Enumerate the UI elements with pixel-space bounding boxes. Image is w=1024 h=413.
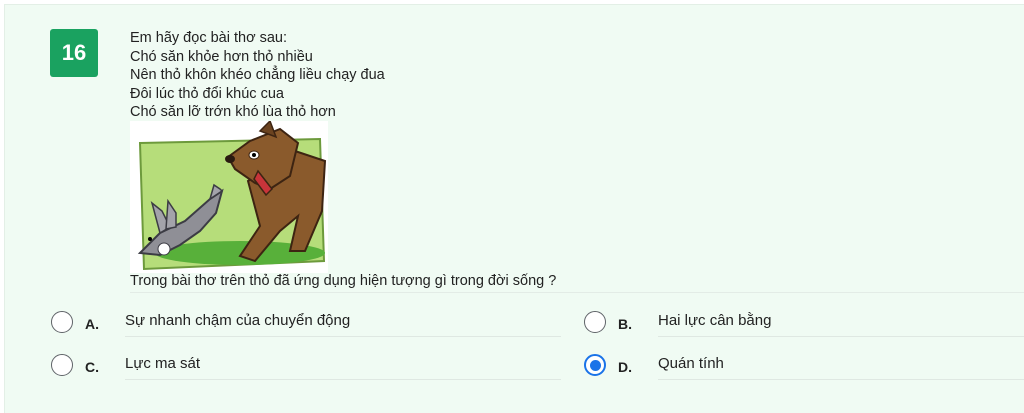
stem-line: Đôi lúc thỏ đổi khúc cua [130, 85, 284, 102]
option-c[interactable]: C. Lực ma sát [51, 353, 561, 381]
question-prompt: Trong bài thơ trên thỏ đã ứng dụng hiện … [130, 273, 557, 289]
option-text: Quán tính [658, 355, 724, 372]
question-stem: Em hãy đọc bài thơ sau: Chó săn khỏe hơn… [130, 29, 385, 122]
option-letter: C. [85, 359, 99, 375]
option-text: Hai lực cân bằng [658, 312, 772, 329]
option-letter: A. [85, 316, 99, 332]
radio-dot [589, 359, 601, 371]
option-text: Sự nhanh chậm của chuyển động [125, 312, 351, 329]
option-letter: D. [618, 359, 632, 375]
divider [658, 336, 1024, 337]
radio-button[interactable] [51, 354, 73, 376]
stem-line: Chó săn khỏe hơn thỏ nhiều [130, 48, 313, 65]
option-text: Lực ma sát [125, 355, 201, 372]
option-d[interactable]: D. Quán tính [584, 353, 1024, 381]
option-b[interactable]: B. Hai lực cân bằng [584, 310, 1024, 338]
divider [130, 292, 1024, 293]
divider [125, 336, 561, 337]
stem-line: Em hãy đọc bài thơ sau: [130, 30, 288, 46]
option-a[interactable]: A. Sự nhanh chậm của chuyển động [51, 310, 561, 338]
divider [658, 379, 1024, 380]
stem-line: Chó săn lỡ trớn khó lùa thỏ hơn [130, 104, 336, 120]
radio-button[interactable] [584, 311, 606, 333]
radio-button-selected[interactable] [584, 354, 606, 376]
question-number-badge: 16 [50, 29, 98, 77]
question-card: 16 Em hãy đọc bài thơ sau: Chó săn khỏe … [4, 4, 1024, 413]
stem-line: Nên thỏ khôn khéo chẳng liều chạy đua [130, 67, 385, 83]
option-letter: B. [618, 316, 632, 332]
radio-button[interactable] [51, 311, 73, 333]
divider [125, 379, 561, 380]
dog-chasing-rabbit-illustration [130, 121, 328, 273]
